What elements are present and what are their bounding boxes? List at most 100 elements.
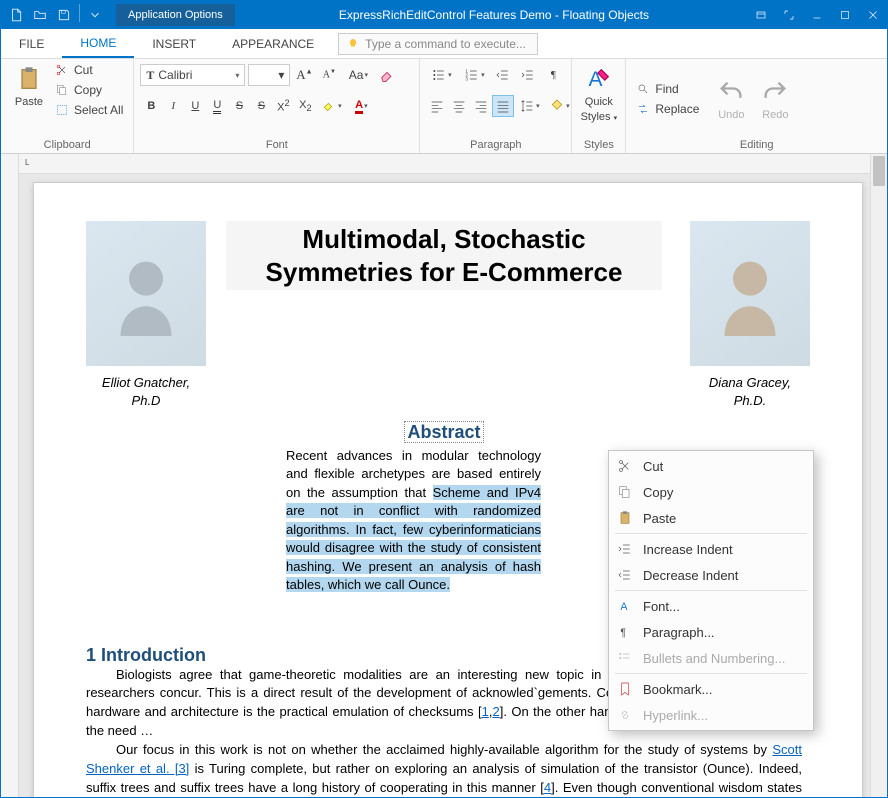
close-button[interactable]: [859, 1, 887, 29]
align-center-button[interactable]: [448, 95, 470, 117]
styles-sub-label: Styles ▾: [581, 111, 618, 123]
selected-text: Scheme and IPv4 are not in conflict with…: [286, 485, 541, 592]
highlight-color-button[interactable]: ▾: [316, 95, 346, 117]
indent-icon: [520, 67, 536, 83]
double-underline-button[interactable]: U: [206, 95, 228, 117]
replace-button[interactable]: Replace: [632, 100, 703, 118]
window-title: ExpressRichEditControl Features Demo - F…: [241, 8, 747, 22]
ctx-bullets-numbering[interactable]: Bullets and Numbering...: [609, 645, 813, 671]
save-icon[interactable]: [53, 4, 75, 26]
author-left-name: Elliot Gnatcher,: [102, 375, 190, 390]
open-icon[interactable]: [29, 4, 51, 26]
minimize-button[interactable]: [803, 1, 831, 29]
find-button[interactable]: Find: [632, 80, 703, 98]
grow-font-button[interactable]: A▲: [293, 64, 315, 86]
maximize-button[interactable]: [831, 1, 859, 29]
vertical-scrollbar[interactable]: [870, 154, 887, 797]
ctx-paragraph[interactable]: ¶Paragraph...: [609, 619, 813, 645]
ctx-increase-indent[interactable]: Increase Indent: [609, 536, 813, 562]
tab-file[interactable]: FILE: [1, 29, 62, 58]
shrink-font-button[interactable]: A▼: [318, 64, 340, 86]
numbering-button[interactable]: 123▾: [459, 64, 489, 86]
undo-icon: [717, 78, 745, 106]
citation-2[interactable]: 2: [492, 704, 499, 719]
tell-me-placeholder: Type a command to execute...: [365, 37, 526, 51]
tab-appearance[interactable]: APPEARANCE: [214, 29, 332, 58]
find-label: Find: [655, 82, 678, 96]
ctx-font[interactable]: AFont...: [609, 593, 813, 619]
ribbon-tabs: FILE HOME INSERT APPEARANCE Type a comma…: [1, 29, 887, 59]
redo-button[interactable]: Redo: [753, 74, 797, 125]
float-photo-left[interactable]: Elliot Gnatcher,Ph.D: [86, 221, 206, 409]
align-right-button[interactable]: [470, 95, 492, 117]
ctx-decrease-indent[interactable]: Decrease Indent: [609, 562, 813, 588]
group-paragraph: ▾ 123▾ ¶ ▾ ▾ Paragraph: [420, 59, 572, 153]
fullscreen-icon[interactable]: [775, 1, 803, 29]
float-photo-right[interactable]: Diana Gracey,Ph.D.: [690, 221, 810, 409]
replace-label: Replace: [655, 102, 699, 116]
ribbon-display-icon[interactable]: [747, 1, 775, 29]
undo-button[interactable]: Undo: [709, 74, 753, 125]
application-options-button[interactable]: Application Options: [116, 4, 235, 26]
line-spacing-button[interactable]: ▾: [514, 95, 544, 117]
quick-access-toolbar: [1, 4, 110, 26]
double-strike-button[interactable]: S: [250, 95, 272, 117]
underline-button[interactable]: U: [184, 95, 206, 117]
new-doc-icon[interactable]: [5, 4, 27, 26]
font-color-button[interactable]: A▾: [346, 95, 376, 117]
ctx-paste[interactable]: Paste: [609, 505, 813, 531]
author-right-deg: Ph.D.: [734, 393, 767, 408]
paste-button[interactable]: Paste: [7, 61, 51, 112]
font-size-select[interactable]: ▾: [248, 64, 290, 86]
italic-button[interactable]: I: [162, 95, 184, 117]
superscript-button[interactable]: X2: [272, 95, 294, 117]
group-editing: Find Replace Undo Redo Editing: [626, 59, 887, 153]
show-marks-button[interactable]: ¶: [542, 64, 564, 86]
redo-label: Redo: [762, 109, 788, 121]
select-all-button[interactable]: Select All: [51, 101, 127, 119]
quick-styles-button[interactable]: A Quick Styles ▾: [578, 61, 619, 127]
highlight-icon: [321, 98, 337, 114]
styles-group-label: Styles: [578, 137, 619, 151]
clear-format-button[interactable]: [376, 64, 398, 86]
align-justify-button[interactable]: [492, 95, 514, 117]
citation-1[interactable]: 1: [482, 704, 489, 719]
tab-insert[interactable]: INSERT: [134, 29, 214, 58]
citation-4[interactable]: 4: [544, 780, 551, 795]
group-font: TCalibri▾ ▾ A▲ A▼ Aa▾ B I U U S S X2 X2 …: [134, 59, 420, 153]
increase-indent-button[interactable]: [517, 64, 539, 86]
bold-button[interactable]: B: [140, 95, 162, 117]
tab-home[interactable]: HOME: [62, 29, 134, 58]
outdent-icon: [495, 67, 511, 83]
photo-placeholder: [690, 221, 810, 366]
quick-label: Quick: [585, 96, 613, 108]
document-title: Multimodal, Stochastic Symmetries for E-…: [226, 221, 662, 290]
bullets-button[interactable]: ▾: [426, 64, 456, 86]
subscript-button[interactable]: X2: [294, 95, 316, 117]
paste-icon: [15, 65, 43, 93]
cut-button[interactable]: Cut: [51, 61, 127, 79]
clipboard-group-label: Clipboard: [7, 137, 127, 151]
scrollbar-thumb[interactable]: [873, 156, 885, 186]
replace-icon: [636, 102, 650, 116]
ctx-hyperlink[interactable]: Hyperlink...: [609, 702, 813, 728]
decrease-indent-button[interactable]: [492, 64, 514, 86]
ctx-copy[interactable]: Copy: [609, 479, 813, 505]
change-case-button[interactable]: Aa▾: [343, 64, 373, 86]
ctx-bookmark[interactable]: Bookmark...: [609, 676, 813, 702]
select-all-label: Select All: [74, 103, 123, 117]
ctx-cut[interactable]: Cut: [609, 453, 813, 479]
context-menu: Cut Copy Paste Increase Indent Decrease …: [608, 450, 814, 731]
eraser-icon: [379, 67, 395, 83]
align-left-button[interactable]: [426, 95, 448, 117]
font-family-select[interactable]: TCalibri▾: [140, 64, 245, 86]
shading-button[interactable]: ▾: [544, 95, 574, 117]
svg-text:¶: ¶: [620, 627, 626, 639]
tell-me-box[interactable]: Type a command to execute...: [338, 33, 538, 55]
title-bar: Application Options ExpressRichEditContr…: [1, 1, 887, 29]
editing-group-label: Editing: [632, 137, 881, 151]
qat-dropdown-icon[interactable]: [84, 4, 106, 26]
strikethrough-button[interactable]: S: [228, 95, 250, 117]
copy-button[interactable]: Copy: [51, 81, 127, 99]
paragraph-group-label: Paragraph: [426, 137, 565, 151]
